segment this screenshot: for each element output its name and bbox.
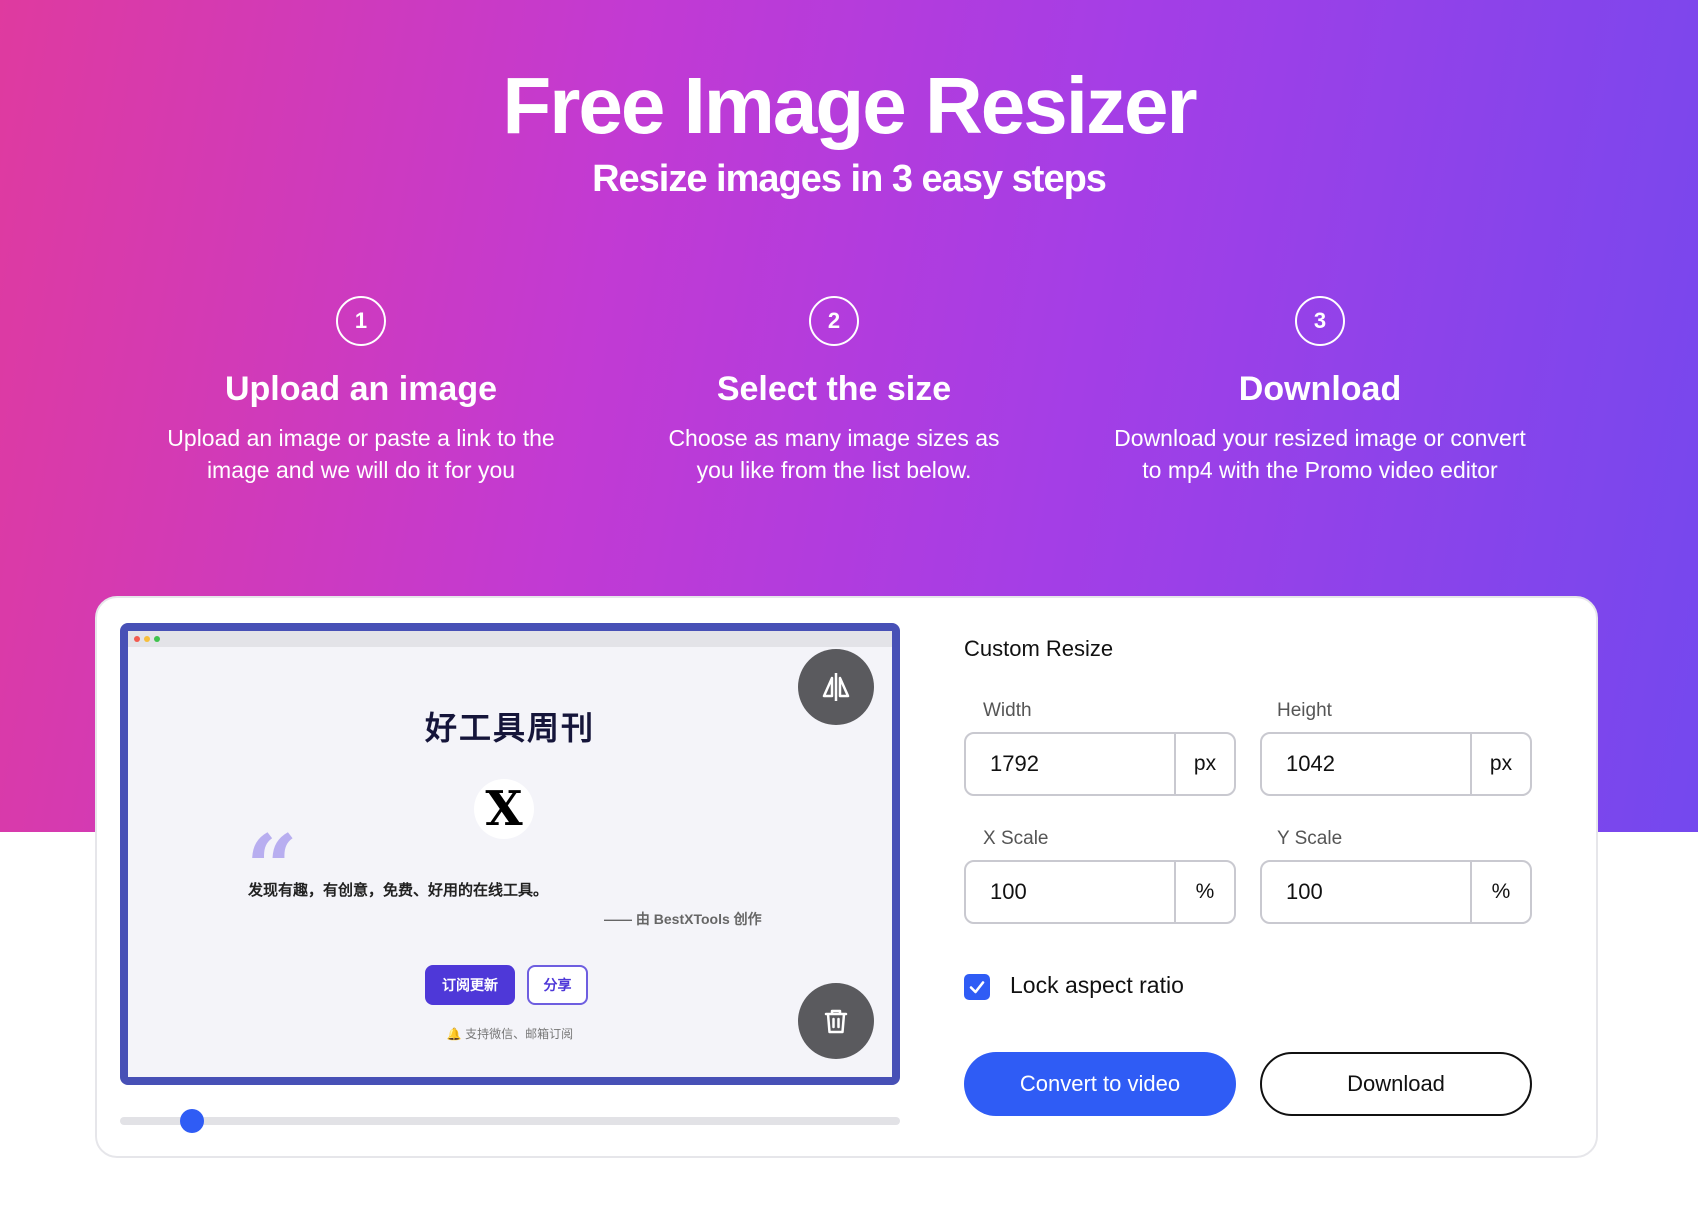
preview-note-text: 支持微信、邮箱订阅	[465, 1027, 574, 1041]
y-scale-label: Y Scale	[1277, 828, 1343, 849]
preview-site-title: 好工具周刊	[424, 710, 595, 746]
step-title: Download	[1238, 370, 1402, 408]
flip-icon	[822, 673, 850, 701]
y-scale-field-group: %	[1260, 860, 1532, 924]
preview-note: 🔔 支持微信、邮箱订阅	[128, 1025, 892, 1042]
preview-tagline: 发现有趣，有创意，免费、好用的在线工具。	[248, 882, 549, 899]
step-description: Choose as many image sizes as you like f…	[594, 422, 1074, 486]
convert-to-video-button[interactable]: Convert to video	[964, 1052, 1236, 1116]
height-input[interactable]	[1262, 734, 1470, 794]
x-logo-icon: X	[474, 779, 534, 839]
y-scale-unit: %	[1470, 862, 1530, 922]
lock-aspect-checkbox[interactable]	[964, 974, 990, 1000]
width-input[interactable]	[966, 734, 1174, 794]
y-scale-input[interactable]	[1262, 862, 1470, 922]
step-number-3: 3	[1295, 296, 1345, 346]
step-desc-line: image and we will do it for you	[206, 457, 516, 483]
step-desc-line: Upload an image or paste a link to the	[167, 425, 555, 451]
step-upload: 1 Upload an image Upload an image or pas…	[121, 296, 601, 486]
step-desc-line: you like from the list below.	[696, 457, 972, 483]
x-scale-label: X Scale	[983, 828, 1049, 849]
step-description: Upload an image or paste a link to the i…	[121, 422, 601, 486]
step-select-size: 2 Select the size Choose as many image s…	[594, 296, 1074, 486]
step-desc-line: Download your resized image or convert	[1114, 425, 1526, 451]
lock-aspect-label[interactable]: Lock aspect ratio	[1010, 972, 1184, 999]
x-scale-input[interactable]	[966, 862, 1174, 922]
flip-button[interactable]	[798, 649, 874, 725]
delete-button[interactable]	[798, 983, 874, 1059]
preview-image: 好工具周刊 X “ 发现有趣，有创意，免费、好用的在线工具。 —— 由 Best…	[128, 631, 892, 1077]
checkmark-icon	[969, 981, 985, 994]
zoom-slider[interactable]	[120, 1109, 900, 1133]
step-download: 3 Download Download your resized image o…	[1080, 296, 1560, 486]
step-description: Download your resized image or convert t…	[1080, 422, 1560, 486]
x-scale-unit: %	[1174, 862, 1234, 922]
step-number-2: 2	[809, 296, 859, 346]
width-label: Width	[983, 700, 1032, 721]
window-dot-yellow	[144, 636, 150, 642]
bell-icon: 🔔	[446, 1027, 462, 1041]
width-unit: px	[1174, 734, 1234, 794]
window-dot-green	[154, 636, 160, 642]
browser-bar	[128, 631, 892, 647]
x-scale-field-group: %	[964, 860, 1236, 924]
step-desc-line: to mp4 with the Promo video editor	[1142, 457, 1498, 483]
step-title: Upload an image	[224, 370, 498, 408]
step-desc-line: Choose as many image sizes as	[668, 425, 1000, 451]
trash-icon	[824, 1009, 848, 1034]
page-title: Free Image Resizer	[502, 61, 1197, 150]
image-preview: 好工具周刊 X “ 发现有趣，有创意，免费、好用的在线工具。 —— 由 Best…	[120, 623, 900, 1085]
step-number-1: 1	[336, 296, 386, 346]
height-label: Height	[1277, 700, 1332, 721]
height-field-group: px	[1260, 732, 1532, 796]
download-button[interactable]: Download	[1260, 1052, 1532, 1116]
preview-credit: —— 由 BestXTools 创作	[604, 911, 762, 927]
page-subtitle: Resize images in 3 easy steps	[592, 158, 1107, 200]
preview-subscribe-button: 订阅更新	[425, 965, 515, 1005]
step-title: Select the size	[716, 370, 952, 408]
width-field-group: px	[964, 732, 1236, 796]
height-unit: px	[1470, 734, 1530, 794]
custom-resize-title: Custom Resize	[964, 636, 1114, 661]
window-dot-red	[134, 636, 140, 642]
preview-share-button: 分享	[527, 965, 588, 1005]
